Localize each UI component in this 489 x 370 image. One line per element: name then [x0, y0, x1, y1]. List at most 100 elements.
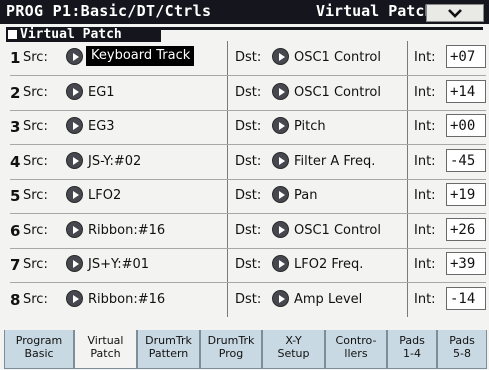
page-menu-button[interactable] — [426, 4, 484, 22]
dst-label: Dst: — [235, 50, 262, 65]
arrow-right-icon[interactable] — [272, 48, 289, 65]
src-label: Src: — [23, 153, 48, 169]
patch-row: 7 Src: JS+Y:#01 Dst: LFO2 Freq. Int: +39 — [10, 248, 486, 282]
intensity-field[interactable]: +26 — [446, 217, 486, 241]
dst-label: Dst: — [235, 84, 262, 100]
tab-label-line1: Pads — [449, 334, 475, 347]
tab-label-line1: Pads — [399, 334, 425, 347]
arrow-right-icon[interactable] — [66, 186, 83, 203]
destination-value[interactable]: Filter A Freq. — [294, 154, 375, 169]
page-tabs: Program Basic Virtual Patch DrumTrk Pattern Dr… — [4, 330, 487, 370]
source-value[interactable]: Keyboard Track — [86, 46, 195, 66]
arrow-right-icon[interactable] — [272, 117, 289, 134]
destination-value[interactable]: OSC1 Control — [294, 85, 381, 100]
tab-label-line1: DrumTrk — [207, 334, 255, 347]
tab-label-line1: Program — [15, 334, 63, 347]
patch-row: 4 Src: JS-Y:#02 Dst: Filter A Freq. Int: -45 — [10, 145, 486, 179]
tab-x-y-setup[interactable]: X-Y Setup — [262, 330, 325, 369]
src-label: Src: — [23, 188, 48, 203]
tab-label-line2: 5-8 — [453, 347, 471, 360]
section-header: Virtual Patch — [6, 27, 161, 42]
tab-virtual-patch[interactable]: Virtual Patch — [74, 330, 137, 369]
int-label: Int: — [414, 50, 436, 65]
intensity-value: +39 — [450, 256, 476, 272]
patch-row: 3 Src: EG3 Dst: Pitch Int: +00 — [10, 110, 486, 144]
tab-program-basic[interactable]: Program Basic — [4, 330, 74, 369]
intensity-field[interactable]: +39 — [446, 252, 486, 275]
page-subtitle: Virtual Patch — [316, 2, 434, 20]
source-value[interactable]: EG1 — [88, 85, 115, 100]
patch-number: 1 — [10, 49, 21, 67]
intensity-field[interactable]: +14 — [446, 79, 486, 103]
tab-contro-llers[interactable]: Contro-llers — [325, 330, 387, 369]
int-label: Int: — [414, 119, 436, 134]
destination-value[interactable]: Amp Level — [294, 292, 362, 307]
src-label: Src: — [23, 257, 48, 272]
title-bar: PROG P1:Basic/DT/Ctrls Virtual Patch — [0, 0, 489, 24]
arrow-right-icon[interactable] — [66, 48, 83, 65]
source-value[interactable]: Ribbon:#16 — [88, 292, 165, 307]
patch-number: 6 — [10, 221, 21, 240]
tab-label-line2: Setup — [277, 347, 310, 360]
tab-label-line2: 1-4 — [403, 347, 421, 360]
section-marker — [8, 30, 17, 39]
tab-pads-1-4[interactable]: Pads 1-4 — [387, 330, 437, 369]
source-value[interactable]: Ribbon:#16 — [88, 223, 165, 238]
intensity-field[interactable]: +19 — [446, 183, 486, 206]
section-divider — [161, 27, 483, 30]
arrow-right-icon[interactable] — [66, 117, 83, 134]
dst-label: Dst: — [235, 119, 262, 134]
intensity-field[interactable]: -45 — [446, 148, 486, 172]
tab-label-line1: X-Y — [285, 334, 302, 347]
virtual-patch-screen: PROG P1:Basic/DT/Ctrls Virtual Patch Vir… — [0, 0, 489, 370]
patch-number: 7 — [10, 256, 21, 274]
intensity-value: -14 — [450, 290, 476, 307]
tab-drumtrk-pattern[interactable]: DrumTrk Pattern — [137, 330, 200, 369]
src-label: Src: — [23, 119, 48, 134]
arrow-right-icon[interactable] — [272, 255, 289, 272]
source-value[interactable]: JS+Y:#01 — [88, 257, 149, 272]
int-label: Int: — [414, 222, 436, 238]
arrow-right-icon[interactable] — [272, 151, 289, 169]
destination-value[interactable]: Pan — [294, 188, 317, 203]
intensity-field[interactable]: +07 — [446, 45, 486, 68]
arrow-right-icon[interactable] — [272, 82, 289, 100]
int-label: Int: — [414, 291, 436, 307]
dst-label: Dst: — [235, 291, 262, 307]
intensity-value: +14 — [450, 83, 476, 100]
dst-label: Dst: — [235, 188, 262, 203]
destination-value[interactable]: OSC1 Control — [294, 223, 381, 238]
tab-pads-5-8[interactable]: Pads 5-8 — [437, 330, 487, 369]
destination-value[interactable]: OSC1 Control — [294, 50, 381, 65]
src-label: Src: — [23, 291, 48, 307]
patch-row: 6 Src: Ribbon:#16 Dst: OSC1 Control Int: +26 — [10, 214, 486, 248]
arrow-right-icon[interactable] — [272, 289, 289, 307]
intensity-field[interactable]: -14 — [446, 286, 486, 310]
dst-label: Dst: — [235, 153, 262, 169]
destination-value[interactable]: LFO2 Freq. — [294, 257, 363, 272]
source-value[interactable]: LFO2 — [88, 188, 121, 203]
patch-number: 2 — [10, 83, 21, 102]
patch-row: 5 Src: LFO2 Dst: Pan Int: +19 — [10, 179, 486, 213]
patch-number: 8 — [10, 290, 21, 309]
dst-label: Dst: — [235, 222, 262, 238]
arrow-right-icon[interactable] — [272, 186, 289, 203]
intensity-value: +26 — [450, 221, 476, 238]
arrow-right-icon[interactable] — [66, 220, 83, 238]
arrow-right-icon[interactable] — [66, 289, 83, 307]
intensity-field[interactable]: +00 — [446, 114, 486, 137]
arrow-right-icon[interactable] — [66, 82, 83, 100]
arrow-right-icon[interactable] — [66, 255, 83, 272]
chevron-down-icon — [448, 9, 462, 18]
destination-value[interactable]: Pitch — [294, 119, 326, 134]
tab-label-line1: Contro- — [335, 334, 377, 347]
source-value[interactable]: EG3 — [88, 119, 115, 134]
int-label: Int: — [414, 84, 436, 100]
int-label: Int: — [414, 188, 436, 203]
source-value[interactable]: JS-Y:#02 — [88, 154, 141, 169]
tab-label-line2: Basic — [24, 347, 54, 360]
tab-drumtrk-prog[interactable]: DrumTrk Prog — [200, 330, 262, 369]
arrow-right-icon[interactable] — [66, 151, 83, 169]
src-label: Src: — [23, 222, 48, 238]
arrow-right-icon[interactable] — [272, 220, 289, 238]
